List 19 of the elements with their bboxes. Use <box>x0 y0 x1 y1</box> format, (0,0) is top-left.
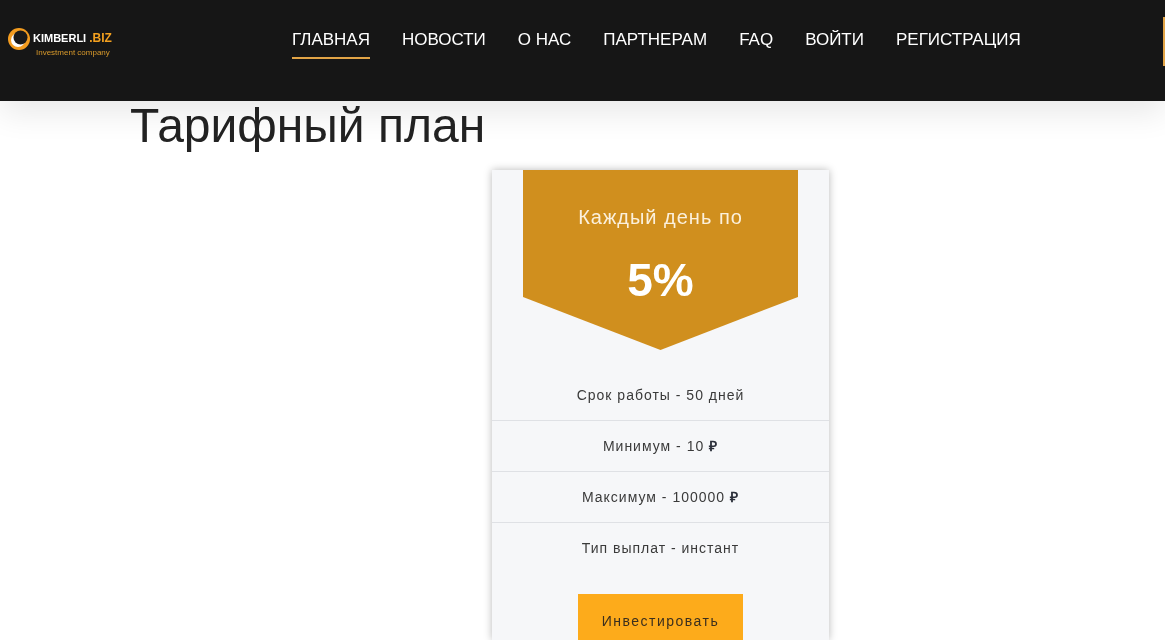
ring-logo-icon <box>8 28 30 50</box>
nav-link[interactable]: ПАРТНЕРАМ <box>603 29 708 59</box>
logo-tagline: Investment company <box>36 48 111 57</box>
nav-link[interactable]: FAQ <box>739 29 774 59</box>
page-title: Тарифный план <box>130 101 486 151</box>
nav-link[interactable]: ВОЙТИ <box>805 29 864 59</box>
plan-feature: Минимум - 10 ₽ <box>602 437 719 455</box>
nav-link[interactable]: О НАС <box>517 29 572 59</box>
plan-rate: 5% <box>627 255 694 305</box>
plan-feature: Срок работы - 50 дней <box>576 386 745 404</box>
logo-domain: .BIZ <box>89 32 112 45</box>
plan-intro: Каждый день по <box>578 205 743 229</box>
plan-feature: Максимум - 100000 ₽ <box>582 488 739 506</box>
nav-link[interactable]: РЕГИСТРАЦИЯ <box>895 29 1021 59</box>
nav-link[interactable]: ГЛАВНАЯ <box>292 29 370 59</box>
invest-button[interactable]: Инвестировать <box>578 594 743 640</box>
nav-link[interactable]: НОВОСТИ <box>402 29 486 59</box>
logo-name: KIMBERLI <box>33 32 87 45</box>
plan-feature: Тип выплат - инстант <box>581 539 740 557</box>
